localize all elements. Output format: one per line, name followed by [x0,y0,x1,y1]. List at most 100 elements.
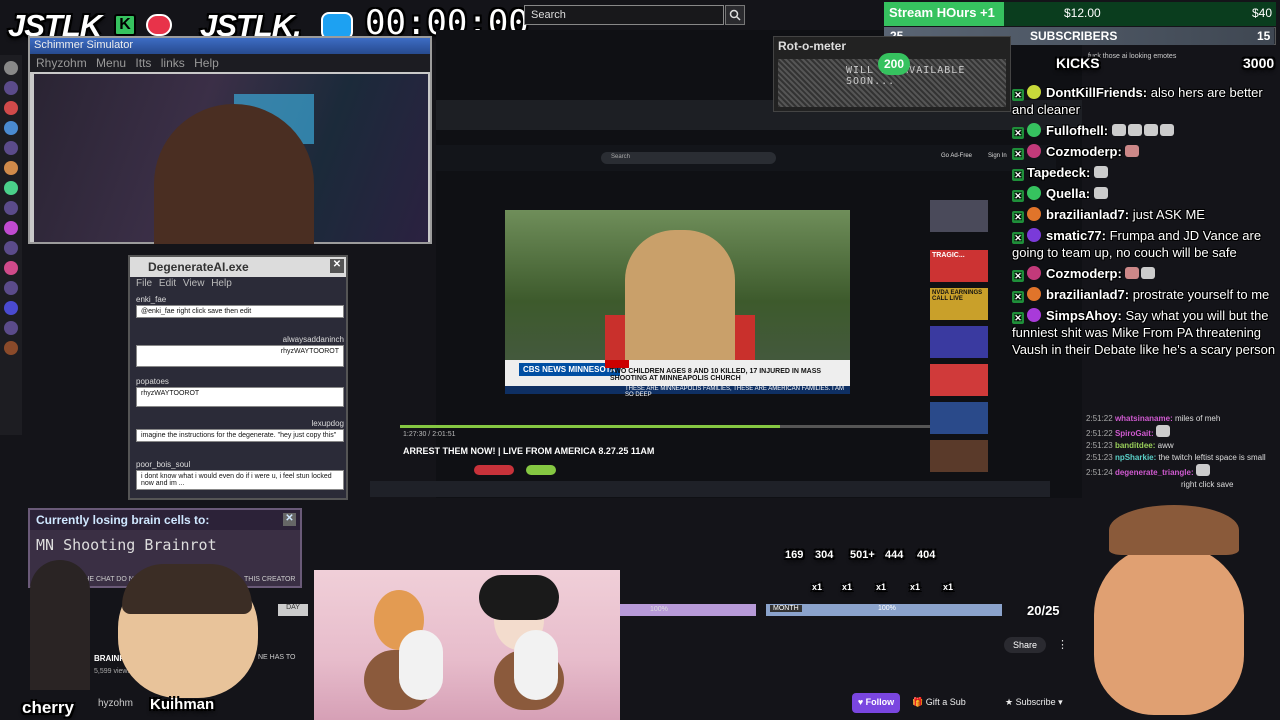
channel-avatar-icon[interactable] [4,301,18,315]
gift-sub-button[interactable]: 🎁 Gift a Sub [912,693,987,713]
chat-username: brazilianlad7: [1046,287,1130,302]
chat-text: aww [1155,441,1174,450]
related-video-thumb[interactable]: TRAGIC... [930,250,988,282]
chat-username: npSharkie: [1114,453,1157,462]
related-video-label: TRAGIC... [932,252,965,259]
bunny-plush [399,630,443,700]
channel-avatar-icon[interactable] [4,201,18,215]
rot-o-meter-status: WILL BE AVAILABLE SOON... [846,65,966,87]
channel-avatar-icon[interactable] [4,261,18,275]
menu-item-file[interactable]: File [136,278,152,289]
menu-item-links[interactable]: links [161,56,185,70]
news-video[interactable]: CBS NEWS MINNESOTA TWO CHILDREN AGES 8 A… [505,210,850,398]
menu-item-edit[interactable]: Edit [159,278,176,289]
more-options-icon[interactable]: ⋮ [1057,638,1068,651]
related-video-thumb[interactable] [930,200,988,232]
search-button[interactable] [725,5,745,25]
stat-multiplier: x1 [910,582,921,592]
channel-avatar-icon[interactable] [4,321,18,335]
channel-avatar-icon[interactable] [4,181,18,195]
menu-item-help[interactable]: Help [194,56,219,70]
channel-avatar-icon[interactable] [4,341,18,355]
menu-item-rhyzohm[interactable]: Rhyzohm [36,56,87,70]
day-label: DAY [278,604,308,616]
user-avatar-icon [1027,266,1041,280]
related-video-thumb[interactable] [930,364,988,396]
stat-multiplier: x1 [842,582,853,592]
chat-username: Cozmoderp: [1046,266,1122,281]
chat-username: Cozmoderp: [1046,144,1122,159]
emote-icon [1111,124,1126,136]
kick-badge-icon: ✕ [1012,89,1024,101]
subscribe-dropdown-button[interactable]: ★ Subscribe ▾ [1005,693,1075,713]
kick-icon: K [114,14,136,36]
channel-avatar-icon[interactable] [4,141,18,155]
follow-button[interactable]: ♥ Follow [852,693,900,713]
stat-multiplier: x1 [812,582,823,592]
os-taskbar [370,481,1050,497]
stream-goal-title: Stream HOurs +1 [889,5,995,20]
kicks-note: fuck those ai looking emotes [1088,53,1177,60]
related-video-thumb[interactable] [930,440,988,472]
go-ad-free-button[interactable]: Go Ad-Free [941,153,972,159]
share-button[interactable]: Share [1004,637,1046,653]
chat-username: lexupdog [311,419,344,428]
kick-badge-icon: ✕ [1012,127,1024,139]
close-icon[interactable]: ✕ [283,513,296,526]
webcam-feed [34,74,428,244]
brain-cells-header: Currently losing brain cells to: ✕ [30,510,300,530]
chat-message: ✕ Quella: [1012,185,1280,202]
stat-value: 404 [917,549,936,561]
chat-timestamp: 2:51:23 [1086,453,1113,462]
subscribe-button[interactable] [474,465,514,475]
chat-username: enki_fae [136,295,167,304]
chat-username: Fullofhell: [1046,123,1109,138]
menu-item-help[interactable]: Help [211,278,232,289]
chat-timestamp: 2:51:24 [1086,468,1113,477]
emote-icon [1155,425,1170,437]
stat-value: 501+ [850,549,875,561]
fbi-character [30,560,90,690]
progress-bar: 100% [620,604,756,616]
webcam-window: Schimmer Simulator Rhyzohm Menu Itts lin… [28,36,432,244]
chat-timestamp: 2:51:23 [1086,441,1113,450]
menu-item-menu[interactable]: Menu [96,56,126,70]
chat-text: i dont know what i would even do if i we… [136,470,344,490]
breaking-news-tag [605,360,629,368]
rumble-search-input[interactable]: Search [601,152,776,164]
channel-avatar-icon[interactable] [4,241,18,255]
stat-value: 304 [815,549,834,561]
menu-item-view[interactable]: View [183,278,205,289]
close-icon[interactable]: ✕ [330,259,344,273]
chat-message: ✕ Fullofhell: [1012,122,1280,139]
menu-item-itts[interactable]: Itts [135,56,151,70]
chat-message: 2:51:23 npSharkie: the twitch leftist sp… [1086,452,1276,464]
channel-avatar-icon[interactable] [4,101,18,115]
chat-message: ✕ smatic77: Frumpa and JD Vance are going… [1012,227,1280,261]
channel-avatar-icon[interactable] [4,81,18,95]
channel-avatar-icon[interactable] [4,221,18,235]
related-video-thumb[interactable]: NVDA EARNINGS CALL LIVE [930,288,988,320]
kick-badge-icon: ✕ [1012,312,1024,324]
follow-button[interactable] [526,465,556,475]
emote-icon [1159,124,1174,136]
channel-avatar-icon[interactable] [4,161,18,175]
search-input[interactable]: Search [524,5,724,25]
streamer-name: hyzohm [98,698,134,709]
channel-avatar-icon[interactable] [4,121,18,135]
goal-counter: 20/25 [1027,603,1060,618]
video-title: ARREST THEM NOW! | LIVE FROM AMERICA 8.2… [403,446,655,456]
sign-in-button[interactable]: Sign In [988,153,1007,159]
heart-icon[interactable] [4,61,18,75]
chat-text: right click save [1181,480,1234,489]
rumble-header: Search Go Ad-Free Sign In [436,145,1056,171]
chat-message: right click save [1086,479,1276,491]
kick-badge-icon: ✕ [1012,211,1024,223]
news-ticker: THESE ARE MINNEAPOLIS FAMILIES, THESE AR… [505,386,850,398]
emote-icon [1125,267,1140,279]
ne-has-note: NE HAS TO [258,654,296,661]
related-video-thumb[interactable] [930,326,988,358]
stat-multiplier: x1 [943,582,954,592]
related-video-thumb[interactable] [930,402,988,434]
channel-avatar-icon[interactable] [4,281,18,295]
